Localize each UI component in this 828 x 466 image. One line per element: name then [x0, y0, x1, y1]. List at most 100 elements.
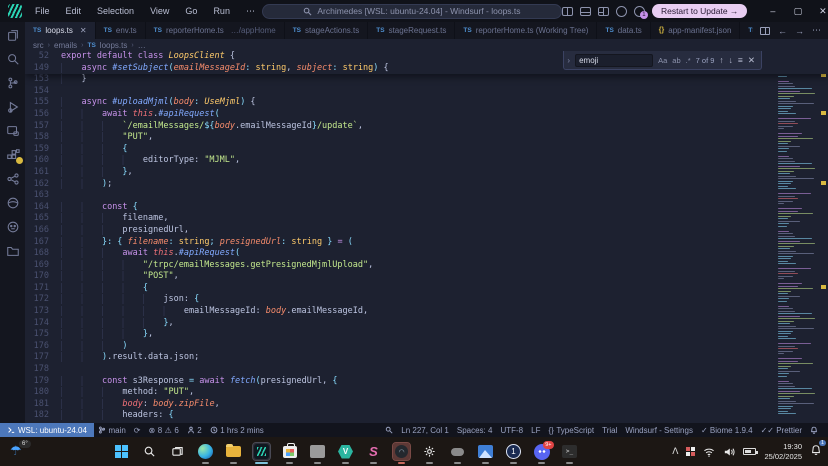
sync-icon[interactable]: ⟳	[130, 426, 145, 435]
restart-to-update-button[interactable]: Restart to Update →	[652, 4, 747, 18]
breadcrumb-file-icon: TS	[87, 42, 95, 49]
tab-app-manifest-json[interactable]: {} app-manifest.json	[651, 22, 741, 39]
menu-more[interactable]: ⋯	[239, 4, 262, 19]
language-mode[interactable]: {} TypeScript	[544, 426, 598, 435]
notification-center[interactable]: 1	[810, 443, 822, 461]
tab-close-icon[interactable]: ✕	[80, 26, 87, 35]
find-expand-icon[interactable]: ›	[567, 56, 570, 65]
git-branch-item[interactable]: main	[94, 426, 130, 435]
maximize-button[interactable]: ▢	[785, 0, 810, 22]
tray-expand-icon[interactable]: ᐱ	[672, 446, 678, 457]
menu-edit[interactable]: Edit	[59, 4, 89, 19]
wifi-icon[interactable]	[703, 447, 715, 457]
match-case-icon[interactable]: Aa	[658, 56, 667, 65]
layout-customize-icon[interactable]	[598, 7, 609, 16]
people-count-item[interactable]: 2	[183, 426, 206, 435]
tab-appHome[interactable]: TS appHome	[740, 22, 753, 39]
taskbar-search-icon[interactable]	[141, 443, 158, 460]
folder-icon[interactable]	[5, 243, 20, 258]
microsoft-store-icon[interactable]	[281, 443, 298, 460]
task-view-icon[interactable]	[169, 443, 186, 460]
find-next-icon[interactable]: ↓	[729, 55, 733, 65]
split-editor-icon[interactable]	[760, 27, 770, 35]
tab-reporterHome-ts--Working-Tree-[interactable]: TS reporterHome.ts (Working Tree)	[455, 22, 597, 39]
onepassword-icon[interactable]: 1	[505, 443, 522, 460]
focused-red-app-icon[interactable]: ◠	[393, 443, 410, 460]
pink-s-app-icon[interactable]: S	[365, 443, 382, 460]
nav-back-icon[interactable]: ←	[778, 26, 787, 36]
zoom-search-icon[interactable]	[381, 426, 397, 434]
menu-go[interactable]: Go	[178, 4, 204, 19]
cascade-icon[interactable]	[616, 6, 627, 17]
breadcrumb-item[interactable]: emails	[54, 41, 77, 50]
tab-env-ts[interactable]: TS env.ts	[96, 22, 146, 39]
windsurf-settings-item[interactable]: Windsurf - Settings	[621, 426, 697, 435]
breadcrumb-item[interactable]: src	[33, 41, 44, 50]
eol-setting[interactable]: LF	[527, 426, 544, 435]
mouse-utility-icon[interactable]	[449, 443, 466, 460]
file-explorer-icon[interactable]	[225, 443, 242, 460]
minimize-button[interactable]: –	[760, 0, 785, 22]
find-close-icon[interactable]: ✕	[748, 55, 755, 66]
menu-view[interactable]: View	[143, 4, 176, 19]
tab-data-ts[interactable]: TS data.ts	[597, 22, 650, 39]
volume-icon[interactable]	[723, 447, 735, 457]
find-prev-icon[interactable]: ↑	[719, 55, 723, 65]
tab-loops-ts[interactable]: TS loops.ts ✕	[25, 22, 96, 39]
find-input[interactable]	[575, 54, 653, 67]
weather-widget[interactable]: ☂ 6°	[10, 444, 22, 459]
regex-icon[interactable]: .*	[686, 56, 691, 65]
breadcrumb-item[interactable]: loops.ts	[100, 41, 128, 50]
indentation-setting[interactable]: Spaces: 4	[453, 426, 497, 435]
more-actions-icon[interactable]: ⋯	[812, 25, 821, 36]
close-button[interactable]: ✕	[810, 0, 828, 22]
breadcrumb-item[interactable]: …	[138, 41, 146, 50]
tab-stageRequest-ts[interactable]: TS stageRequest.ts	[368, 22, 455, 39]
cursor-position[interactable]: Ln 227, Col 1	[397, 426, 453, 435]
prettier-status[interactable]: ✓✓ Prettier	[757, 426, 806, 435]
time-tracker-item[interactable]: 1 hrs 2 mins	[206, 426, 268, 435]
tab-reporterHome-ts[interactable]: TS reporterHome.ts …/appHome	[146, 22, 285, 39]
whole-word-icon[interactable]: ab	[672, 56, 680, 65]
settings-gear-icon[interactable]	[421, 443, 438, 460]
explorer-icon[interactable]	[5, 27, 20, 42]
windsurf-taskbar-icon[interactable]	[253, 443, 270, 460]
biome-status[interactable]: ✓ Biome 1.9.4	[697, 426, 757, 435]
search-icon[interactable]	[5, 51, 20, 66]
nav-forward-icon[interactable]: →	[795, 26, 804, 36]
account-icon[interactable]: 1	[634, 6, 645, 17]
media-app-icon[interactable]	[477, 443, 494, 460]
share-nodes-icon[interactable]	[5, 171, 20, 186]
tab-stageActions-ts[interactable]: TS stageActions.ts	[285, 22, 369, 39]
problems-item[interactable]: ⊗8 ⚠6	[144, 426, 182, 435]
trial-badge[interactable]: Trial	[598, 426, 621, 435]
start-button[interactable]	[113, 443, 130, 460]
remote-indicator[interactable]: WSL: ubuntu-24.04	[0, 423, 94, 437]
tray-app-icon[interactable]	[686, 447, 695, 456]
command-center-search[interactable]: Archimedes [WSL: ubuntu-24.04] - Windsur…	[262, 4, 562, 19]
breadcrumb[interactable]: src›emails›TSloops.ts›…	[25, 39, 828, 51]
toggle-sidebar-icon[interactable]	[562, 7, 573, 16]
run-debug-icon[interactable]	[5, 99, 20, 114]
minimap[interactable]	[774, 51, 828, 423]
find-in-selection-icon[interactable]: ≡	[738, 55, 743, 65]
menu-run[interactable]: Run	[206, 4, 237, 19]
ai-assistant-icon[interactable]	[5, 219, 20, 234]
menu-selection[interactable]: Selection	[90, 4, 141, 19]
browser-preview-icon[interactable]	[5, 195, 20, 210]
hexagon-app-icon[interactable]: V	[337, 443, 354, 460]
encoding-setting[interactable]: UTF-8	[496, 426, 527, 435]
notifications-bell-icon[interactable]	[806, 426, 822, 434]
code-editor[interactable]: 52export default class LoopsClient {149 …	[25, 51, 828, 423]
source-control-icon[interactable]	[5, 75, 20, 90]
menu-file[interactable]: File	[28, 4, 57, 19]
battery-icon[interactable]	[743, 448, 756, 455]
extensions-icon[interactable]	[5, 147, 20, 162]
tray-clock[interactable]: 19:30 25/02/2025	[764, 442, 802, 461]
edge-browser-icon[interactable]	[197, 443, 214, 460]
terminal-icon[interactable]: >_	[561, 443, 578, 460]
discord-icon[interactable]: 9+	[533, 443, 550, 460]
remote-explorer-icon[interactable]	[5, 123, 20, 138]
gray-app-icon[interactable]	[309, 443, 326, 460]
toggle-panel-icon[interactable]	[580, 7, 591, 16]
